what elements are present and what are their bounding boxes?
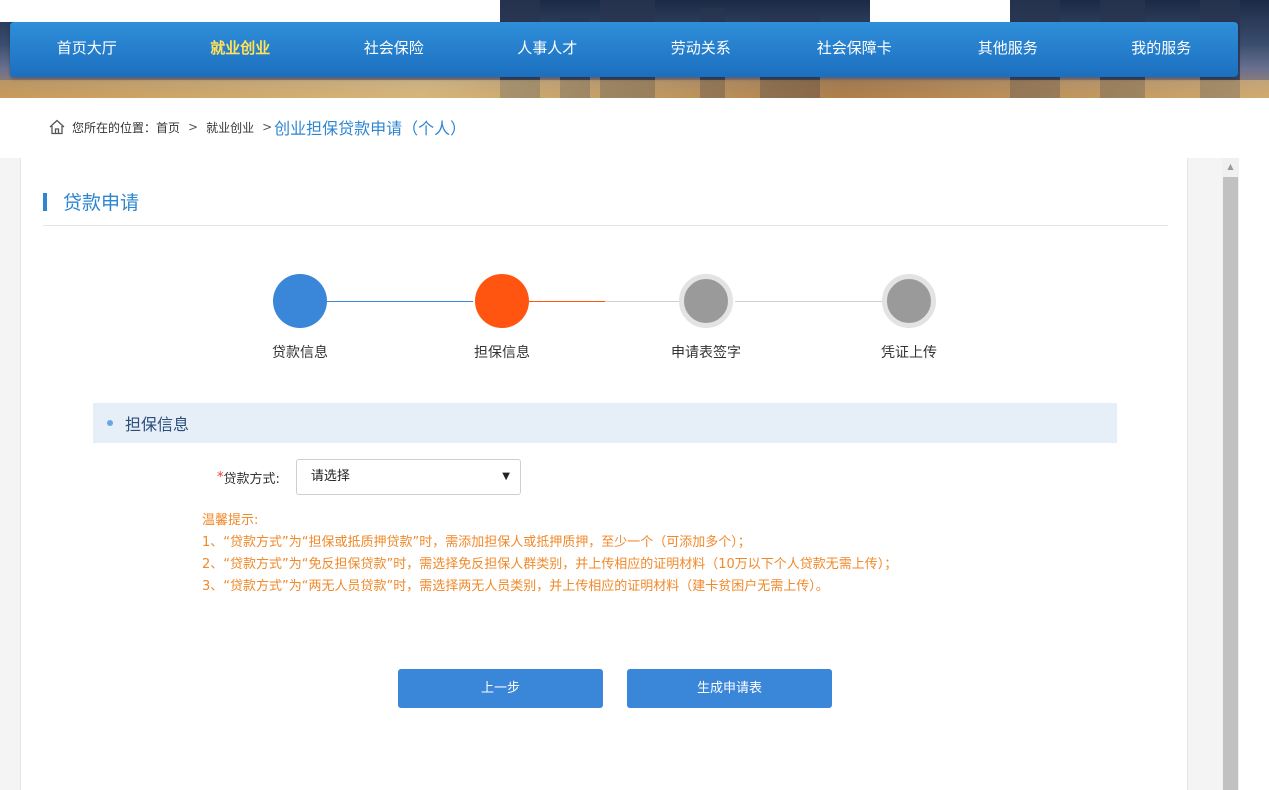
step-2-circle: [475, 274, 529, 328]
breadcrumb: 您所在的位置： 首页 > 就业创业 > 创业担保贷款申请（个人）: [0, 112, 466, 142]
section-title: 贷款申请: [43, 188, 139, 215]
vertical-scrollbar[interactable]: ▲: [1222, 158, 1239, 790]
breadcrumb-home[interactable]: 首页: [156, 119, 180, 136]
dropdown-arrow-icon: ▼: [502, 471, 510, 482]
side-gutter-left: [0, 158, 20, 790]
step-connector: [327, 301, 473, 302]
loan-method-row: * 贷款方式: 请选择 ▼: [217, 459, 521, 495]
loan-method-label: 贷款方式:: [223, 471, 280, 487]
tips-line: 2、“贷款方式”为“免反担保贷款”时，需选择免反担保人群类别，并上传相应的证明材…: [202, 557, 898, 572]
step-4-label: 凭证上传: [881, 345, 937, 361]
breadcrumb-current: 创业担保贷款申请（个人）: [274, 119, 467, 138]
breadcrumb-prefix: 您所在的位置：: [72, 120, 157, 135]
step-connector: [735, 301, 883, 302]
tips-title: 温馨提示:: [202, 513, 259, 528]
step-1-label: 贷款信息: [272, 345, 328, 361]
side-gutter-right: [1188, 158, 1222, 790]
loan-application-panel: 贷款申请 贷款信息 担保信息 申请表签字 凭证上传 担保信息 * 贷款方式: 请…: [20, 158, 1188, 790]
breadcrumb-employment[interactable]: 就业创业: [206, 119, 254, 136]
loan-method-select[interactable]: 请选择 ▼: [295, 459, 521, 495]
scroll-thumb[interactable]: [1223, 177, 1238, 790]
section-title-bar: [43, 192, 47, 211]
step-4-circle: [882, 274, 936, 328]
breadcrumb-separator: >: [188, 120, 199, 134]
tips-line: 3、“贷款方式”为“两无人员贷款”时，需选择两无人员类别，并上传相应的证明材料（…: [202, 579, 829, 594]
nav-item-labor-relations[interactable]: 劳动关系: [624, 22, 778, 77]
nav-item-social-insurance[interactable]: 社会保险: [317, 22, 471, 77]
step-3-label: 申请表签字: [671, 345, 741, 361]
page-margin-right: [1239, 98, 1269, 790]
step-progress: 贷款信息 担保信息 申请表签字 凭证上传: [21, 274, 1189, 364]
guarantee-info-header: 担保信息: [93, 403, 1117, 443]
nav-item-employment[interactable]: 就业创业: [164, 22, 318, 77]
nav-item-other-services[interactable]: 其他服务: [931, 22, 1085, 77]
main-nav: 首页大厅 就业创业 社会保险 人事人才 劳动关系 社会保障卡 其他服务 我的服务: [10, 22, 1238, 77]
nav-item-social-security-card[interactable]: 社会保障卡: [778, 22, 932, 77]
step-connector: [529, 301, 605, 302]
step-2-label: 担保信息: [474, 345, 530, 361]
home-icon: [49, 119, 65, 135]
nav-item-home[interactable]: 首页大厅: [10, 22, 164, 77]
step-1-circle: [273, 274, 327, 328]
tips-block: 温馨提示: 1、“贷款方式”为“担保或抵质押贷款”时，需添加担保人或抵押质押，至…: [202, 510, 897, 598]
section-divider: [43, 225, 1168, 226]
step-connector: [605, 301, 681, 302]
generate-form-button[interactable]: 生成申请表: [627, 669, 832, 708]
tips-line: 1、“贷款方式”为“担保或抵质押贷款”时，需添加担保人或抵押质押，至少一个（可添…: [202, 535, 751, 550]
step-3-circle: [679, 274, 733, 328]
scroll-up-arrow-icon[interactable]: ▲: [1222, 158, 1239, 176]
prev-step-button[interactable]: 上一步: [398, 669, 603, 708]
nav-item-hr-talent[interactable]: 人事人才: [471, 22, 625, 77]
breadcrumb-separator: >: [262, 120, 273, 134]
bullet-icon: [107, 420, 113, 426]
nav-item-my-services[interactable]: 我的服务: [1085, 22, 1239, 77]
guarantee-info-title: 担保信息: [125, 415, 190, 434]
section-title-text: 贷款申请: [63, 192, 140, 214]
loan-method-value: 请选择: [310, 469, 350, 484]
